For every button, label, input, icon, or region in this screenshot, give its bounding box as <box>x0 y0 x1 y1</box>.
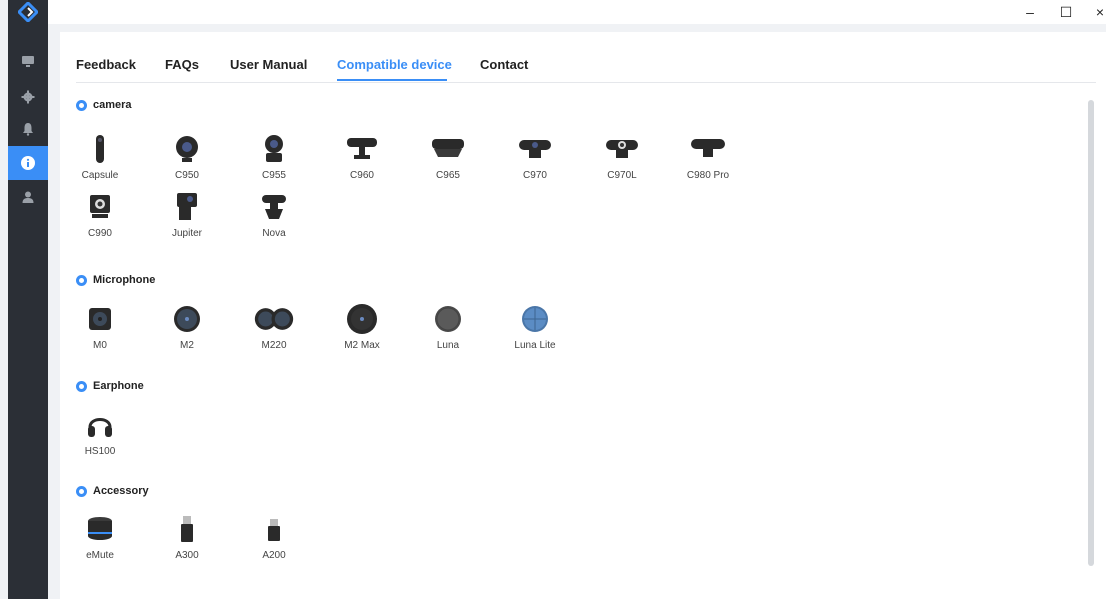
c950-camera-icon <box>176 136 198 162</box>
gear-icon <box>21 90 35 104</box>
m220-microphone-icon <box>254 308 294 330</box>
luna-lite-microphone-icon <box>522 306 548 332</box>
main-panel: Feedback FAQs User Manual Compatible dev… <box>60 32 1106 599</box>
device-jupiter[interactable]: Jupiter <box>157 192 217 244</box>
m2-microphone-icon <box>174 306 200 332</box>
capsule-camera-icon <box>96 135 104 163</box>
device-emute[interactable]: eMute <box>70 514 130 566</box>
sidebar <box>8 0 48 599</box>
emute-puck-icon <box>88 517 112 540</box>
app-logo-icon <box>8 0 48 24</box>
maximize-button[interactable]: ☐ <box>1056 2 1076 22</box>
device-c970l[interactable]: C970L <box>592 134 652 186</box>
device-c950[interactable]: C950 <box>157 134 217 186</box>
earphone-section-icon <box>76 380 87 392</box>
tab-user-manual[interactable]: User Manual <box>230 57 307 72</box>
monitor-icon <box>22 56 34 67</box>
tab-feedback[interactable]: Feedback <box>76 57 136 72</box>
accessory-section-icon <box>76 485 87 497</box>
sidebar-item-account[interactable] <box>8 180 48 214</box>
c960-camera-icon <box>347 138 377 159</box>
device-c970[interactable]: C970 <box>505 134 565 186</box>
c980-pro-camera-icon <box>691 139 725 157</box>
luna-microphone-icon <box>435 306 461 332</box>
bell-icon <box>23 123 33 136</box>
device-luna-lite[interactable]: Luna Lite <box>505 304 565 356</box>
section-camera-title: camera <box>76 99 132 111</box>
tab-compatible-device[interactable]: Compatible device <box>337 57 452 72</box>
device-c955[interactable]: C955 <box>244 134 304 186</box>
user-icon <box>22 191 34 203</box>
device-a300[interactable]: A300 <box>157 514 217 566</box>
device-c980-pro[interactable]: C980 Pro <box>678 134 738 186</box>
microphone-section-icon <box>76 274 87 286</box>
a300-dongle-icon <box>181 516 193 542</box>
section-accessory-title: Accessory <box>76 485 149 497</box>
c990-camera-icon <box>90 195 110 218</box>
m2-max-microphone-icon <box>347 304 377 334</box>
tab-contact[interactable]: Contact <box>480 57 528 72</box>
m0-microphone-icon <box>89 308 111 330</box>
camera-section-icon <box>76 99 87 111</box>
section-microphone-title: Microphone <box>76 274 155 286</box>
hs100-headphones-icon <box>88 418 112 437</box>
sidebar-item-devices[interactable] <box>8 44 48 78</box>
nova-camera-icon <box>262 195 286 219</box>
section-earphone-title: Earphone <box>76 380 144 392</box>
device-c965[interactable]: C965 <box>418 134 478 186</box>
c970l-camera-icon <box>606 140 638 158</box>
device-m0[interactable]: M0 <box>70 304 130 356</box>
sidebar-item-settings[interactable] <box>8 80 48 114</box>
device-m2-max[interactable]: M2 Max <box>332 304 392 356</box>
device-c990[interactable]: C990 <box>70 192 130 244</box>
vertical-scrollbar[interactable] <box>1088 100 1094 566</box>
device-a200[interactable]: A200 <box>244 514 304 566</box>
device-m220[interactable]: M220 <box>244 304 304 356</box>
c970-camera-icon <box>519 140 551 158</box>
sidebar-item-notifications[interactable] <box>8 112 48 146</box>
device-c960[interactable]: C960 <box>332 134 392 186</box>
a200-dongle-icon <box>268 519 280 541</box>
device-nova[interactable]: Nova <box>244 192 304 244</box>
active-tab-indicator <box>337 79 447 81</box>
tab-faqs[interactable]: FAQs <box>165 57 199 72</box>
device-hs100[interactable]: HS100 <box>70 410 130 462</box>
minimize-button[interactable]: – <box>1020 2 1040 22</box>
c965-camera-icon <box>432 139 464 157</box>
device-m2[interactable]: M2 <box>157 304 217 356</box>
jupiter-camera-icon <box>177 193 197 220</box>
c955-camera-icon <box>265 135 283 162</box>
sidebar-item-about[interactable] <box>8 146 48 180</box>
info-icon <box>21 156 35 170</box>
device-capsule[interactable]: Capsule <box>70 134 130 186</box>
tab-bar: Feedback FAQs User Manual Compatible dev… <box>76 48 1096 83</box>
device-luna[interactable]: Luna <box>418 304 478 356</box>
close-button[interactable]: × <box>1090 2 1106 22</box>
title-bar: – ☐ × <box>48 0 1106 24</box>
